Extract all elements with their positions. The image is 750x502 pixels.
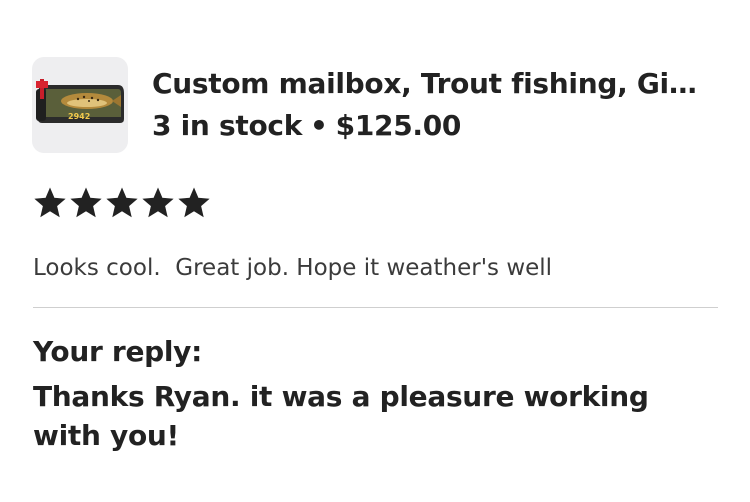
reply-text: Thanks Ryan. it was a pleasure working w…	[33, 380, 649, 452]
star-rating	[33, 186, 211, 220]
review-text: Looks cool. Great job. Hope it weather's…	[33, 255, 553, 281]
svg-text:2942: 2942	[68, 112, 90, 121]
listing-title[interactable]: Custom mailbox, Trout fishing, Gi…	[152, 66, 722, 102]
reply-label: Your reply:	[33, 335, 203, 368]
listing-summary[interactable]: 2942 Custom mailbox, Trout fishing, Gi… …	[32, 57, 722, 153]
star-icon	[142, 187, 174, 218]
listing-meta: 3 in stock • $125.00	[152, 108, 722, 144]
stock-status: 3 in stock	[152, 109, 303, 142]
listing-details: Custom mailbox, Trout fishing, Gi… 3 in …	[152, 66, 722, 144]
star-icon	[34, 187, 66, 218]
listing-price: $125.00	[335, 109, 462, 142]
star-icon	[70, 187, 102, 218]
listing-thumbnail[interactable]: 2942	[32, 57, 128, 153]
star-icon	[106, 187, 138, 218]
mailbox-image: 2942	[36, 79, 124, 123]
meta-separator: •	[310, 109, 328, 142]
divider	[33, 307, 718, 308]
star-icon	[178, 187, 210, 218]
